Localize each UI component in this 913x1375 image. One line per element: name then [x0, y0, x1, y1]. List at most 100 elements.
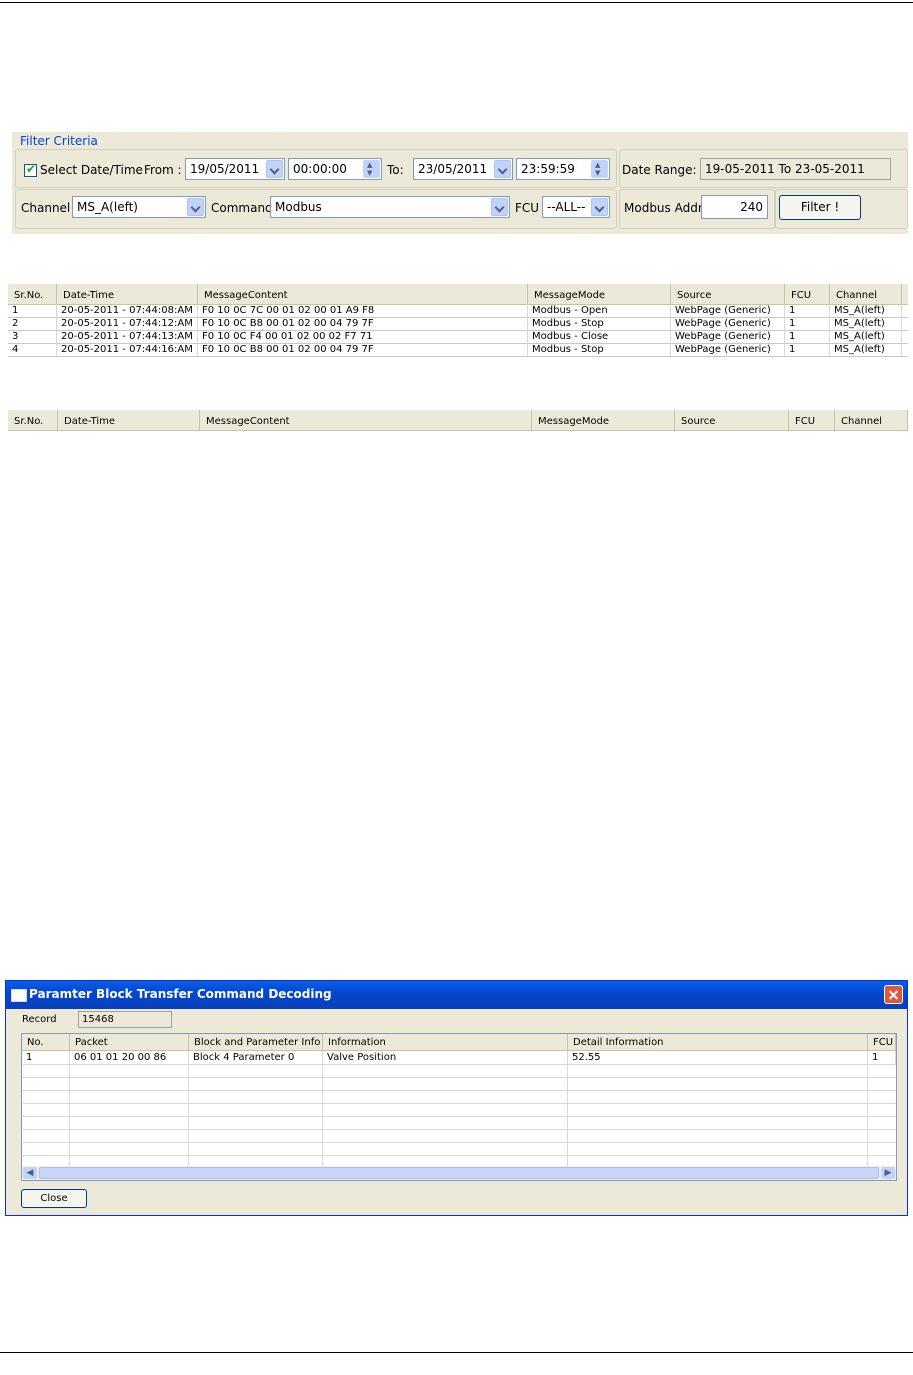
- cell-message-content: F0 10 0C B8 00 01 02 00 04 79 7F: [198, 317, 528, 330]
- empty-row: [22, 1116, 896, 1130]
- cell-date-time: 20-05-2011 - 07:44:16:AM: [57, 343, 198, 356]
- empty-messages-grid: Sr.No. Date-Time MessageContent MessageM…: [8, 410, 908, 431]
- cell-channel: MS_A(left): [830, 330, 902, 343]
- column-header-packet[interactable]: Packet: [70, 1034, 189, 1051]
- cell-message-mode: Modbus - Stop: [528, 343, 671, 356]
- column-header-fcu[interactable]: FCU: [785, 284, 830, 304]
- chevron-down-icon[interactable]: [491, 198, 508, 216]
- cell-source: WebPage (Generic): [671, 317, 785, 330]
- to-time-spinner[interactable]: 23:59:59 ▲ ▼: [516, 158, 610, 180]
- from-date-picker[interactable]: 19/05/2011: [185, 158, 285, 180]
- table-row[interactable]: 4 20-05-2011 - 07:44:16:AM F0 10 0C B8 0…: [8, 343, 908, 357]
- cell-message-mode: Modbus - Close: [528, 330, 671, 343]
- chevron-down-icon[interactable]: [494, 160, 511, 178]
- page-header-rule: [0, 2, 913, 3]
- from-label: From :: [144, 163, 182, 177]
- empty-grid-header: Sr.No. Date-Time MessageContent MessageM…: [8, 410, 908, 431]
- channel-value: MS_A(left): [77, 200, 138, 214]
- command-label: Command: [211, 201, 273, 215]
- cell-no: 1: [22, 1051, 70, 1064]
- column-header-source[interactable]: Source: [671, 284, 785, 304]
- to-label: To:: [387, 163, 404, 177]
- select-datetime-label[interactable]: Select Date/Time: [40, 163, 143, 177]
- cell-source: WebPage (Generic): [671, 330, 785, 343]
- cell-date-time: 20-05-2011 - 07:44:12:AM: [57, 317, 198, 330]
- column-header-sr-no[interactable]: Sr.No.: [8, 410, 58, 430]
- column-header-fcu[interactable]: FCU: [789, 410, 835, 430]
- cell-packet: 06 01 01 20 00 86: [70, 1051, 189, 1064]
- column-header-message-mode[interactable]: MessageMode: [528, 284, 671, 304]
- scroll-right-icon[interactable]: ▶: [881, 1167, 895, 1179]
- from-date-value: 19/05/2011: [190, 162, 260, 176]
- column-header-message-content[interactable]: MessageContent: [198, 284, 528, 304]
- empty-row: [22, 1064, 896, 1078]
- cell-fcu: 1: [785, 317, 830, 330]
- select-datetime-checkbox[interactable]: ✔: [24, 162, 37, 177]
- cell-sr-no: 1: [8, 304, 57, 317]
- column-header-message-mode[interactable]: MessageMode: [532, 410, 675, 430]
- cell-message-content: F0 10 0C F4 00 01 02 00 02 F7 71: [198, 330, 528, 343]
- spinner-arrows-icon[interactable]: ▲ ▼: [363, 160, 380, 178]
- decoding-grid: No. Packet Block and Parameter Info Info…: [21, 1033, 897, 1181]
- table-row[interactable]: 3 20-05-2011 - 07:44:13:AM F0 10 0C F4 0…: [8, 330, 908, 344]
- cell-block-param-info: Block 4 Parameter 0: [189, 1051, 323, 1064]
- column-header-fcu[interactable]: FCU: [868, 1034, 896, 1051]
- cell-message-content: F0 10 0C 7C 00 01 02 00 01 A9 F8: [198, 304, 528, 317]
- horizontal-scrollbar[interactable]: ◀ ▶: [22, 1166, 896, 1180]
- column-header-date-time[interactable]: Date-Time: [57, 284, 198, 304]
- checkmark-icon: ✔: [26, 162, 37, 176]
- record-value: 15468: [78, 1011, 172, 1028]
- spinner-arrows-icon[interactable]: ▲ ▼: [591, 160, 608, 178]
- empty-row: [22, 1103, 896, 1117]
- cell-source: WebPage (Generic): [671, 304, 785, 317]
- column-header-sr-no[interactable]: Sr.No.: [8, 284, 57, 304]
- column-header-no[interactable]: No.: [22, 1034, 70, 1051]
- column-header-channel[interactable]: Channel: [830, 284, 902, 304]
- chevron-down-icon[interactable]: [591, 198, 608, 216]
- table-row[interactable]: 1 20-05-2011 - 07:44:08:AM F0 10 0C 7C 0…: [8, 304, 908, 318]
- table-row[interactable]: 1 06 01 01 20 00 86 Block 4 Parameter 0 …: [22, 1051, 896, 1065]
- cell-message-content: F0 10 0C B8 00 01 02 00 04 79 7F: [198, 343, 528, 356]
- scrollbar-thumb[interactable]: [39, 1167, 879, 1179]
- to-time-value: 23:59:59: [521, 162, 575, 176]
- table-row[interactable]: 2 20-05-2011 - 07:44:12:AM F0 10 0C B8 0…: [8, 317, 908, 331]
- fcu-value: --ALL--: [547, 200, 586, 214]
- filter-button[interactable]: Filter !: [779, 195, 861, 220]
- channel-select[interactable]: MS_A(left): [72, 196, 206, 218]
- date-range-display: 19-05-2011 To 23-05-2011: [700, 158, 891, 180]
- chevron-down-icon[interactable]: [266, 160, 283, 178]
- cell-date-time: 20-05-2011 - 07:44:13:AM: [57, 330, 198, 343]
- cell-fcu: 1: [868, 1051, 896, 1064]
- command-value: Modbus: [275, 200, 322, 214]
- column-header-block-param-info[interactable]: Block and Parameter Info: [189, 1034, 323, 1051]
- modbus-addr-input[interactable]: 240: [701, 195, 768, 219]
- cell-channel: MS_A(left): [830, 304, 902, 317]
- filter-criteria-legend: Filter Criteria: [18, 134, 100, 148]
- to-date-picker[interactable]: 23/05/2011: [413, 158, 513, 180]
- dialog-title: Paramter Block Transfer Command Decoding: [29, 987, 332, 1001]
- dialog-title-bar[interactable]: Paramter Block Transfer Command Decoding: [6, 981, 907, 1009]
- column-header-channel[interactable]: Channel: [835, 410, 908, 430]
- column-header-message-content[interactable]: MessageContent: [200, 410, 532, 430]
- scroll-left-icon[interactable]: ◀: [23, 1167, 37, 1179]
- cell-fcu: 1: [785, 304, 830, 317]
- from-time-spinner[interactable]: 00:00:00 ▲ ▼: [288, 158, 382, 180]
- cell-sr-no: 4: [8, 343, 57, 356]
- column-header-detail-information[interactable]: Detail Information: [568, 1034, 868, 1051]
- cell-source: WebPage (Generic): [671, 343, 785, 356]
- chevron-down-icon[interactable]: [187, 198, 204, 216]
- column-header-information[interactable]: Information: [323, 1034, 568, 1051]
- empty-row: [22, 1090, 896, 1104]
- decoding-dialog: Paramter Block Transfer Command Decoding…: [5, 980, 908, 1216]
- cell-sr-no: 2: [8, 317, 57, 330]
- cell-channel: MS_A(left): [830, 343, 902, 356]
- close-icon[interactable]: [884, 985, 903, 1004]
- cell-sr-no: 3: [8, 330, 57, 343]
- column-header-source[interactable]: Source: [675, 410, 789, 430]
- window-icon: [11, 989, 27, 1002]
- command-select[interactable]: Modbus: [270, 196, 510, 218]
- cell-fcu: 1: [785, 330, 830, 343]
- fcu-select[interactable]: --ALL--: [542, 196, 610, 218]
- close-button[interactable]: Close: [21, 1189, 87, 1208]
- column-header-date-time[interactable]: Date-Time: [58, 410, 200, 430]
